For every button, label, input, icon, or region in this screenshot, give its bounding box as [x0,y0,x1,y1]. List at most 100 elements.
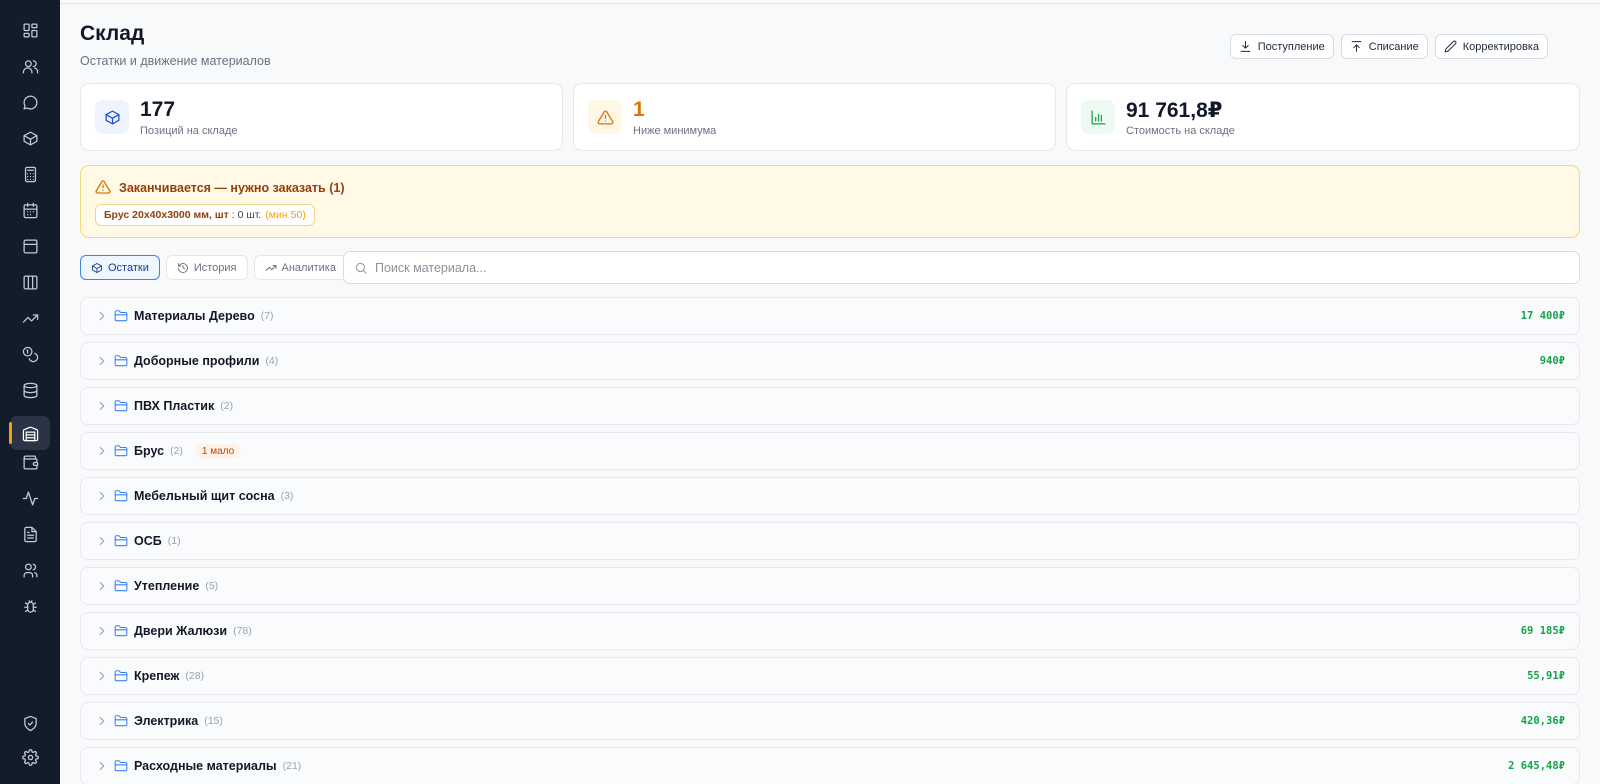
stat-card-positions: 177 Позиций на складе [80,83,563,151]
sidebar-item-documents[interactable] [10,517,50,551]
trending-up-icon [22,313,38,323]
category-count: (7) [260,310,274,322]
tab-analytics[interactable]: Аналитика [253,255,347,280]
sidebar-item-products[interactable] [10,121,50,155]
tab-label: Аналитика [281,261,336,274]
stat-value: 1 [633,98,645,121]
chevron-right-icon [95,309,109,323]
sidebar-item-messages[interactable] [10,85,50,119]
chevron-right-icon [95,759,109,773]
dashboard-icon [22,22,38,38]
calculator-icon [24,166,36,182]
search-input[interactable] [375,252,1565,283]
tab-stock[interactable]: Остатки [80,255,160,280]
stat-value: 91 761,8₽ [1126,99,1223,122]
sidebar-item-wallet[interactable] [10,445,50,479]
sidebar-item-sales[interactable] [10,301,50,335]
category-row[interactable]: Электрика (15) 420,36₽ [80,702,1580,740]
category-row[interactable]: Двери Жалюзи (78) 69 185₽ [80,612,1580,650]
sidebar-item-calculator[interactable] [10,157,50,191]
category-info: ПВХ Пластик (2) [134,388,233,424]
warning-icon [95,180,111,194]
category-name: Крепеж [134,669,180,683]
category-name: ОСБ [134,534,162,548]
trending-up-icon [265,264,276,271]
sidebar-item-calendar[interactable] [10,193,50,227]
sidebar-item-security[interactable] [10,706,50,740]
stat-icon-box [1081,100,1115,134]
team-icon [22,562,38,578]
warning-icon [596,109,614,125]
sidebar-item-clients[interactable] [10,49,50,83]
category-row[interactable]: Брус (2) 1 мало [80,432,1580,470]
chevron-right-icon [95,669,109,683]
category-row[interactable]: Доборные профили (4) 940₽ [80,342,1580,380]
category-row[interactable]: ПВХ Пластик (2) [80,387,1580,425]
category-count: (3) [280,490,294,502]
tab-history[interactable]: История [165,255,248,280]
sidebar-item-windows[interactable] [10,229,50,263]
category-info: ОСБ (1) [134,523,181,559]
sidebar-item-board[interactable] [10,265,50,299]
pencil-icon [1444,40,1457,53]
window-icon [22,238,38,254]
receipt-button-label: Поступление [1257,40,1325,53]
coins-icon [22,346,38,362]
low-stock-item-chip[interactable]: Брус 20x40x3000 мм, шт : 0 шт. (мин 50) [95,204,315,226]
chevron-right-icon [95,714,109,728]
category-info: Мебельный щит сосна (3) [134,478,293,514]
folder-icon [114,579,128,593]
category-count: (2) [170,445,183,457]
chevron-right-icon [95,579,109,593]
adjust-button[interactable]: Корректировка [1434,34,1548,59]
category-name: ПВХ Пластик [134,399,215,413]
folder-icon [114,354,128,368]
bar-chart-icon [1090,109,1106,125]
sidebar-item-activity[interactable] [10,481,50,515]
category-name: Электрика [134,714,199,728]
category-row[interactable]: Утепление (5) [80,567,1580,605]
category-row[interactable]: Мебельный щит сосна (3) [80,477,1580,515]
category-count: (4) [265,355,279,367]
download-icon [1240,41,1251,52]
category-row[interactable]: Материалы Дерево (7) 17 400₽ [80,297,1580,335]
sidebar-item-database[interactable] [10,373,50,407]
low-stock-alert: Заканчивается — нужно заказать (1) Брус … [80,165,1580,238]
low-stock-badge: 1 мало [194,443,242,459]
category-value: 55,91₽ [1527,670,1565,682]
sidebar-item-team[interactable] [10,553,50,587]
view-tabs: Остатки История Аналитика [80,255,347,280]
category-info: Утепление (5) [134,568,218,604]
stat-icon-box [588,100,622,134]
category-name: Материалы Дерево [134,309,255,323]
file-icon [23,526,37,542]
sidebar [0,0,60,784]
category-info: Расходные материалы (21) [134,748,301,784]
alert-title: Заканчивается — нужно заказать (1) [119,181,345,195]
category-info: Материалы Дерево (7) [134,298,274,334]
category-row[interactable]: ОСБ (1) [80,522,1580,560]
category-value: 17 400₽ [1520,310,1565,322]
sidebar-item-settings[interactable] [10,740,50,774]
calendar-icon [22,202,38,218]
category-count: (15) [204,715,223,727]
category-value: 940₽ [1539,355,1565,367]
shield-icon [23,715,37,731]
receipt-button[interactable]: Поступление [1229,34,1334,59]
category-count: (21) [282,760,302,772]
sidebar-item-bugs[interactable] [10,589,50,623]
category-name: Расходные материалы [134,759,277,773]
category-row[interactable]: Крепеж (28) 55,91₽ [80,657,1580,695]
chevron-right-icon [95,489,109,503]
category-info: Крепеж (28) [134,658,204,694]
sidebar-item-finance[interactable] [10,337,50,371]
top-divider [60,3,1600,4]
category-count: (28) [185,670,205,682]
category-count: (1) [167,535,181,547]
sidebar-item-dashboard[interactable] [10,13,50,47]
stat-value: 177 [140,98,176,121]
chip-item-name: Брус 20x40x3000 мм, шт [104,209,229,221]
category-row[interactable]: Расходные материалы (21) 2 645,48₽ [80,747,1580,784]
category-value: 420,36₽ [1520,715,1565,727]
writeoff-button[interactable]: Списание [1340,34,1428,59]
